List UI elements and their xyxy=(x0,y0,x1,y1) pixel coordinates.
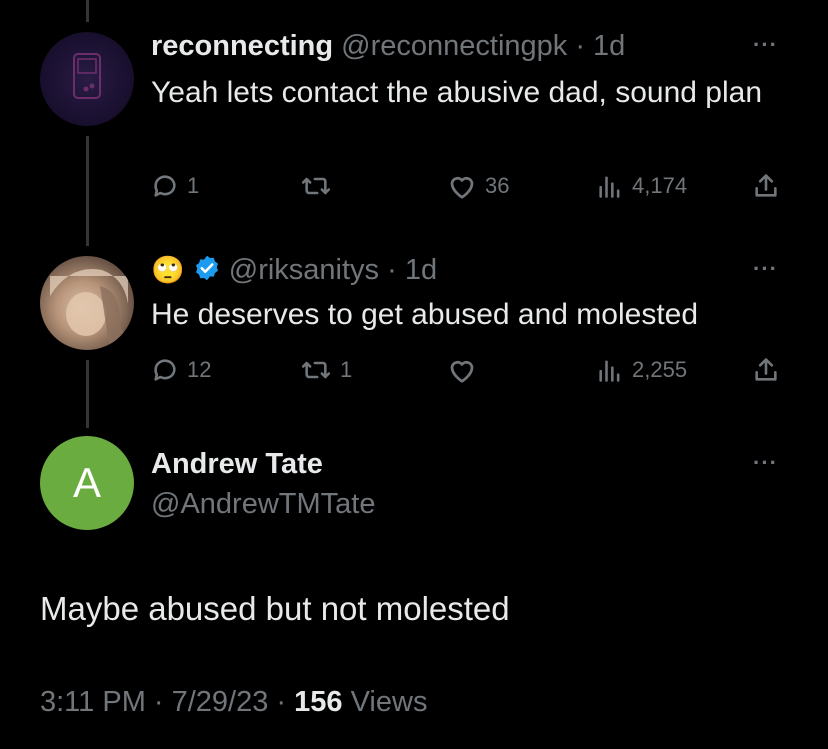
author-handle[interactable]: @AndrewTMTate xyxy=(151,488,375,521)
retweet-button[interactable]: 1 xyxy=(300,356,352,384)
tweet-time[interactable]: · 1d xyxy=(387,254,437,286)
author-name[interactable]: Andrew Tate xyxy=(151,448,323,481)
author-handle[interactable]: @riksanitys xyxy=(229,254,379,286)
like-button[interactable]: 36 xyxy=(447,172,509,200)
tweet-header: 🙄 @riksanitys · 1d xyxy=(151,254,437,287)
profile-photo-icon xyxy=(50,269,134,350)
tweet-text: Maybe abused but not molested xyxy=(40,590,510,627)
avatar[interactable] xyxy=(40,256,134,350)
retweet-icon xyxy=(301,361,331,379)
reply-count: 12 xyxy=(187,357,212,382)
reply-button[interactable]: 1 xyxy=(151,172,199,200)
tweet-header: reconnecting @reconnectingpk · 1d xyxy=(151,30,625,63)
views-label: Views xyxy=(350,686,428,718)
author-name[interactable]: reconnecting xyxy=(151,30,333,62)
share-icon xyxy=(755,358,777,381)
tweet-text: He deserves to get abused and molested xyxy=(151,298,699,331)
share-button[interactable] xyxy=(752,172,780,200)
like-count: 36 xyxy=(485,173,510,198)
verified-icon xyxy=(195,255,218,281)
views-count: 2,255 xyxy=(632,357,688,382)
views-count: 4,174 xyxy=(632,173,688,198)
like-icon xyxy=(450,176,474,199)
more-icon[interactable]: ··· xyxy=(753,256,778,282)
gameboy-avatar-icon xyxy=(73,53,101,99)
tweet-time[interactable]: · 1d xyxy=(575,30,625,62)
reply-icon xyxy=(154,175,176,197)
avatar[interactable]: A xyxy=(40,436,134,530)
share-icon xyxy=(755,174,777,197)
tweet-meta: 3:11 PM · 7/29/23 · 156 Views xyxy=(40,686,427,719)
tweet-timestamp[interactable]: 3:11 PM · 7/29/23 · xyxy=(40,686,286,718)
more-icon[interactable]: ··· xyxy=(753,450,778,476)
more-icon[interactable]: ··· xyxy=(753,32,778,58)
views-count: 156 xyxy=(294,686,343,718)
author-emoji[interactable]: 🙄 xyxy=(151,255,185,285)
like-button[interactable] xyxy=(447,356,485,384)
reply-count: 1 xyxy=(187,173,200,198)
share-button[interactable] xyxy=(752,356,780,384)
avatar-letter: A xyxy=(72,459,101,506)
thread-line-top xyxy=(86,0,89,22)
views-icon xyxy=(599,360,620,382)
views-button[interactable]: 2,255 xyxy=(596,356,687,384)
retweet-icon xyxy=(301,177,331,195)
like-icon xyxy=(450,360,474,383)
retweet-count: 1 xyxy=(340,357,353,382)
avatar[interactable] xyxy=(40,32,134,126)
author-handle[interactable]: @reconnectingpk xyxy=(341,30,567,62)
thread-line-low xyxy=(86,360,89,428)
views-button[interactable]: 4,174 xyxy=(596,172,687,200)
views-icon xyxy=(599,176,620,198)
tweet-text: Yeah lets contact the abusive dad, sound… xyxy=(151,76,763,109)
retweet-button[interactable] xyxy=(300,172,340,200)
reply-icon xyxy=(154,359,176,381)
reply-button[interactable]: 12 xyxy=(151,356,211,384)
thread-line-mid xyxy=(86,136,89,246)
